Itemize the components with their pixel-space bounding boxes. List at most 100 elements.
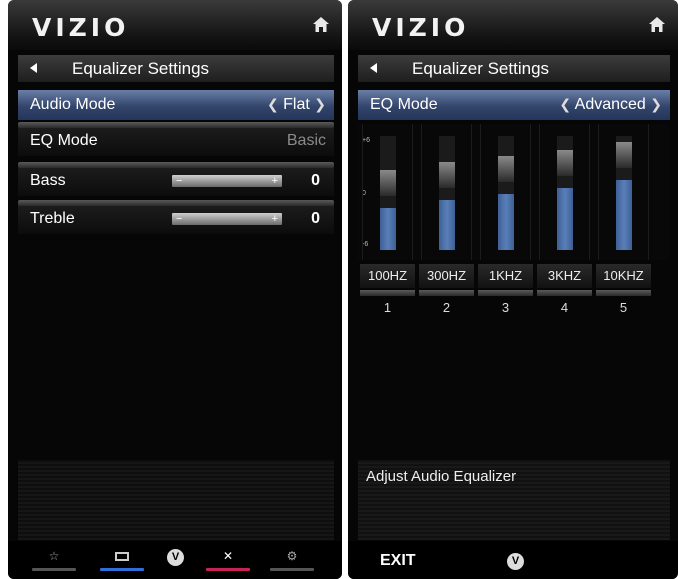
row-divider [18, 162, 334, 168]
eq-band-knob[interactable] [439, 161, 455, 188]
eq-mode-row[interactable]: EQ Mode Basic [18, 122, 334, 156]
plus-icon: + [271, 213, 278, 225]
button-underline [32, 568, 76, 571]
eq-band-slider[interactable] [498, 136, 514, 250]
equalizer-settings-advanced-panel: VIZIO Equalizer Settings EQ Mode ❮ Advan… [348, 0, 678, 579]
row-divider [478, 290, 533, 296]
row-divider [360, 290, 415, 296]
eq-mode-row[interactable]: EQ Mode ❮ Advanced ❯ [358, 90, 670, 120]
bottom-button-bar: ☆ V ✕ ⚙ [8, 541, 342, 579]
row-divider [18, 200, 334, 206]
eq-band-frequency: 100HZ [367, 268, 408, 283]
settings-button[interactable]: ⚙ [270, 549, 314, 571]
eq-band-level [380, 208, 396, 250]
eq-mode-value-text: Advanced [574, 96, 646, 113]
eq-mode-value[interactable]: ❮ Advanced ❯ [559, 96, 662, 114]
treble-value: 0 [311, 210, 320, 227]
button-underline [100, 568, 144, 571]
chevron-right-icon[interactable]: ❯ [314, 96, 326, 112]
menu-header[interactable]: Equalizer Settings [358, 55, 670, 82]
row-divider [18, 122, 334, 128]
eq-band-knob[interactable] [557, 150, 573, 177]
chevron-right-icon[interactable]: ❯ [650, 96, 662, 112]
row-divider [537, 290, 592, 296]
eq-band-1[interactable]: 100HZ 1 [358, 124, 417, 324]
eq-band-index: 1 [383, 300, 392, 315]
home-icon[interactable] [648, 16, 666, 33]
minus-icon: − [176, 213, 183, 225]
eq-band-5[interactable]: 10KHZ 5 [594, 124, 653, 324]
eq-band-level [498, 193, 514, 250]
eq-band-index: 4 [560, 300, 569, 315]
button-underline [206, 568, 250, 571]
top-bar: VIZIO [8, 0, 342, 50]
eq-band-level [439, 199, 455, 250]
eq-band-slider[interactable] [616, 136, 632, 250]
row-divider [419, 290, 474, 296]
chevron-left-icon[interactable]: ❮ [559, 96, 571, 112]
equalizer-settings-basic-panel: VIZIO Equalizer Settings Audio Mode ❮ Fl… [8, 0, 342, 579]
home-icon[interactable] [312, 16, 330, 33]
chevron-left-icon[interactable]: ❮ [267, 96, 279, 112]
eq-band-knob[interactable] [616, 141, 632, 168]
minus-icon: − [176, 175, 183, 187]
favorites-button[interactable]: ☆ [32, 549, 76, 571]
eq-band-knob[interactable] [380, 170, 396, 196]
close-button[interactable]: ✕ [206, 549, 250, 571]
button-underline [270, 568, 314, 571]
eq-band-2[interactable]: 300HZ 2 [417, 124, 476, 324]
eq-mode-value: Basic [286, 132, 326, 149]
audio-mode-value-text: Flat [283, 96, 310, 113]
audio-mode-value[interactable]: ❮ Flat ❯ [267, 96, 326, 114]
treble-row[interactable]: Treble − + 0 [18, 200, 334, 234]
plus-icon: + [271, 175, 278, 187]
eq-band-slider[interactable] [380, 136, 396, 250]
bass-value: 0 [311, 172, 320, 189]
treble-slider[interactable]: − + [172, 213, 282, 225]
audio-mode-row[interactable]: Audio Mode ❮ Flat ❯ [18, 90, 334, 120]
v-button-icon[interactable]: V [507, 553, 524, 570]
back-arrow-icon[interactable] [370, 63, 377, 73]
eq-band-index: 2 [442, 300, 451, 315]
eq-band-frequency: 10KHZ [603, 268, 644, 283]
menu-title: Equalizer Settings [412, 59, 550, 78]
eq-band-frequency-cell: 300HZ [419, 264, 474, 288]
eq-mode-label: EQ Mode [370, 96, 438, 113]
bass-slider[interactable]: − + [172, 175, 282, 187]
eq-band-frequency-cell: 3KHZ [537, 264, 592, 288]
input-button[interactable] [100, 549, 144, 571]
eq-band-frequency-cell: 10KHZ [596, 264, 651, 288]
eq-band-index: 3 [501, 300, 510, 315]
exit-button[interactable]: EXIT [380, 552, 416, 570]
row-divider [596, 290, 651, 296]
eq-mode-label: EQ Mode [30, 132, 98, 149]
eq-band-frequency: 3KHZ [547, 268, 582, 283]
close-icon: ✕ [222, 549, 234, 563]
bass-label: Bass [30, 172, 66, 189]
eq-band-index: 5 [619, 300, 628, 315]
eq-band-level [557, 188, 573, 250]
menu-title: Equalizer Settings [72, 59, 210, 78]
eq-band-frequency-cell: 1KHZ [478, 264, 533, 288]
audio-mode-label: Audio Mode [30, 96, 116, 113]
eq-band-4[interactable]: 3KHZ 4 [535, 124, 594, 324]
info-area: Adjust Audio Equalizer [358, 460, 670, 540]
bass-row[interactable]: Bass − + 0 [18, 162, 334, 196]
eq-band-frequency-cell: 100HZ [360, 264, 415, 288]
help-text: Adjust Audio Equalizer [366, 468, 517, 485]
top-bar: VIZIO [348, 0, 678, 50]
input-icon [115, 552, 129, 561]
eq-band-frequency: 300HZ [426, 268, 467, 283]
eq-band-slider[interactable] [439, 136, 455, 250]
eq-band-frequency: 1KHZ [488, 268, 523, 283]
equalizer-bands: 100HZ 1 300HZ 2 1KHZ 3 3KHZ 4 10KHZ 5 [358, 124, 670, 324]
menu-header[interactable]: Equalizer Settings [18, 55, 334, 82]
v-button-icon[interactable]: V [167, 549, 184, 566]
eq-band-knob[interactable] [498, 155, 514, 182]
gear-icon: ⚙ [286, 549, 298, 563]
back-arrow-icon[interactable] [30, 63, 37, 73]
vizio-logo: VIZIO [372, 13, 470, 42]
eq-band-3[interactable]: 1KHZ 3 [476, 124, 535, 324]
info-area [18, 460, 334, 540]
eq-band-slider[interactable] [557, 136, 573, 250]
